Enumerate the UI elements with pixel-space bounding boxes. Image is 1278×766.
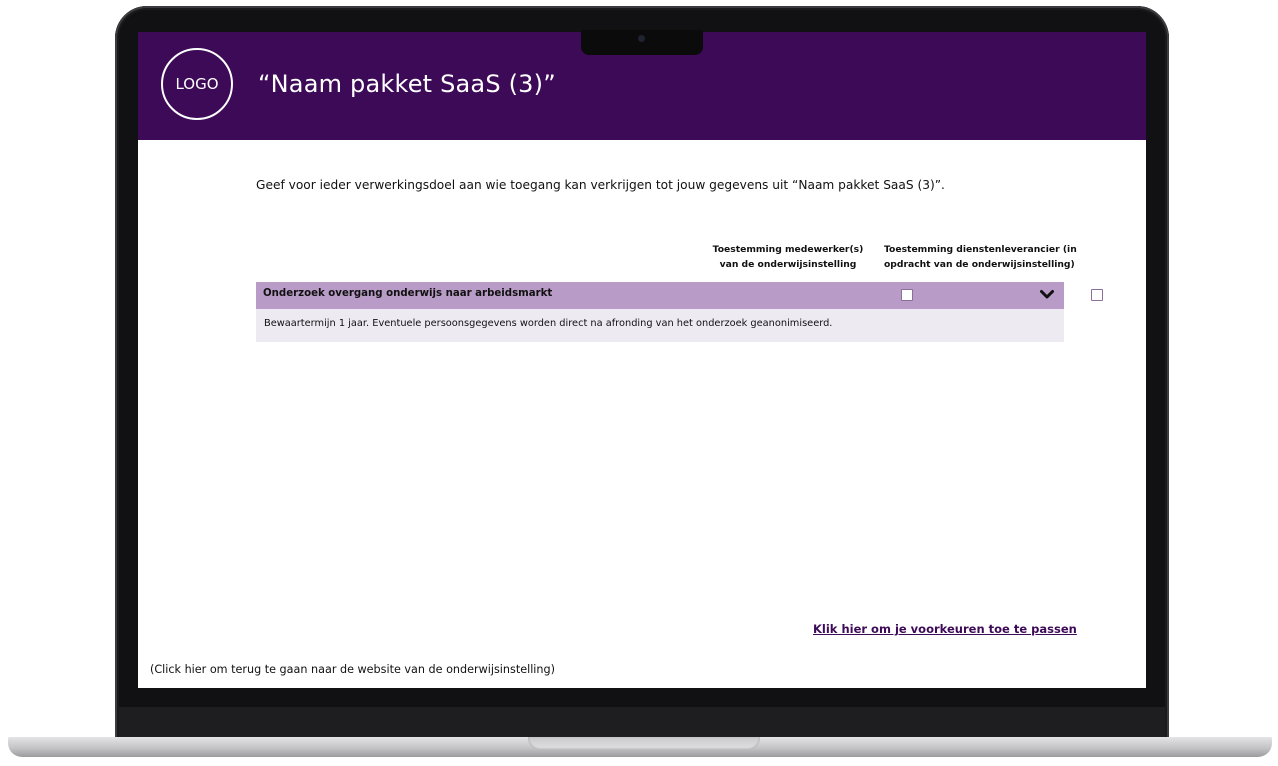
employee-consent-checkbox[interactable] bbox=[901, 289, 913, 301]
laptop-base bbox=[8, 737, 1272, 757]
laptop-chin bbox=[119, 707, 1165, 737]
column-header-employee-consent: Toestemming medewerker(s) van de onderwi… bbox=[698, 242, 878, 272]
chevron-down-icon[interactable] bbox=[1040, 289, 1054, 301]
apply-preferences-link[interactable]: Klik hier om je voorkeuren toe te passen bbox=[813, 622, 1077, 636]
supplier-consent-checkbox[interactable] bbox=[1091, 289, 1103, 301]
column-header-line: opdracht van de onderwijsinstelling) bbox=[884, 259, 1075, 270]
logo: LOGO bbox=[161, 48, 233, 120]
back-to-website-link[interactable]: (Click hier om terug te gaan naar de web… bbox=[150, 663, 555, 676]
laptop-base-notch bbox=[528, 737, 760, 750]
page-title: “Naam pakket SaaS (3)” bbox=[258, 70, 556, 98]
column-header-line: Toestemming dienstenleverancier (in bbox=[884, 244, 1077, 255]
camera-notch bbox=[581, 30, 703, 55]
screen: LOGO “Naam pakket SaaS (3)” Geef voor ie… bbox=[138, 32, 1146, 688]
logo-text: LOGO bbox=[175, 75, 219, 93]
purpose-label: Onderzoek overgang onderwijs naar arbeid… bbox=[263, 288, 553, 299]
webcam-icon bbox=[638, 35, 645, 42]
column-header-line: van de onderwijsinstelling bbox=[719, 259, 857, 270]
intro-text: Geef voor ieder verwerkingsdoel aan wie … bbox=[256, 178, 945, 192]
purpose-detail: Bewaartermijn 1 jaar. Eventuele persoons… bbox=[256, 309, 1064, 342]
purpose-row[interactable]: Onderzoek overgang onderwijs naar arbeid… bbox=[256, 282, 1103, 309]
column-header-line: Toestemming medewerker(s) bbox=[712, 244, 864, 255]
column-header-supplier-consent: Toestemming dienstenleverancier (in opdr… bbox=[884, 242, 1077, 272]
retention-text: Bewaartermijn 1 jaar. Eventuele persoons… bbox=[264, 318, 833, 329]
